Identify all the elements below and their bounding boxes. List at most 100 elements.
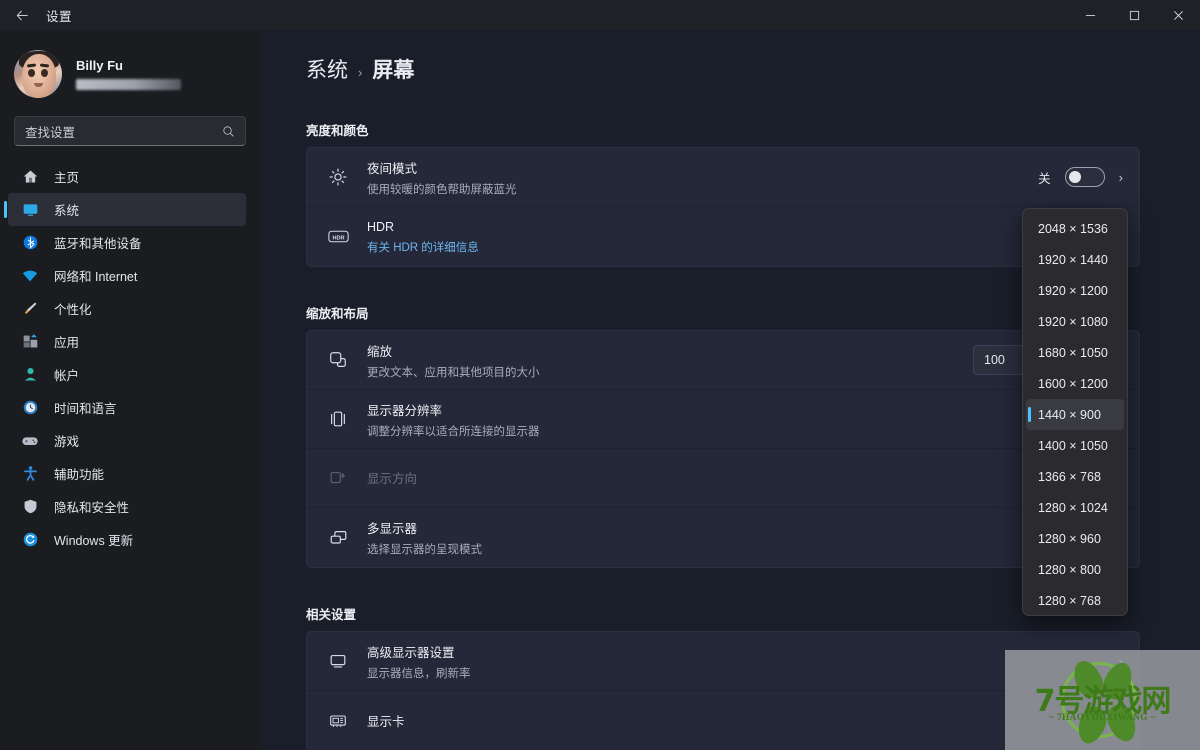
row-hdr[interactable]: HDR HDR 有关 HDR 的详细信息: [307, 207, 1139, 266]
row-scale[interactable]: 缩放 更改文本、应用和其他项目的大小 100: [307, 331, 1139, 390]
row-title: 显示卡: [367, 714, 405, 729]
sidebar-item-label: 蓝牙和其他设备: [54, 237, 142, 251]
svg-text:HDR: HDR: [332, 235, 344, 241]
breadcrumb: 系统 › 屏幕: [262, 30, 1200, 84]
profile-section[interactable]: Billy Fu: [0, 30, 262, 102]
sidebar-item-label: 游戏: [54, 435, 80, 449]
row-display-resolution[interactable]: 显示器分辨率 调整分辨率以适合所连接的显示器: [307, 390, 1139, 449]
minimize-button[interactable]: [1068, 0, 1112, 30]
sidebar-item-label: 主页: [54, 171, 80, 185]
close-button[interactable]: [1156, 0, 1200, 30]
shield-icon: [20, 497, 40, 517]
avatar: [14, 50, 62, 98]
sidebar-item-system[interactable]: 系统: [4, 193, 246, 226]
chevron-right-icon[interactable]: ›: [1119, 170, 1123, 185]
row-night-light[interactable]: 夜间模式 使用较暖的颜色帮助屏蔽蓝光 关 ›: [307, 148, 1139, 207]
close-icon: [1173, 10, 1183, 20]
resolution-icon: [325, 406, 351, 432]
sidebar-item-accounts[interactable]: 帐户: [8, 358, 246, 391]
sidebar-item-label: 系统: [54, 204, 80, 218]
row-subtitle: 更改文本、应用和其他项目的大小: [367, 366, 540, 379]
update-icon: [20, 530, 40, 550]
hdr-info-link[interactable]: 有关 HDR 的详细信息: [367, 239, 1123, 255]
profile-name: Billy Fu: [76, 58, 123, 73]
title-bar: 设置: [0, 0, 1200, 30]
card-brightness-color: 夜间模式 使用较暖的颜色帮助屏蔽蓝光 关 › HDR HDR 有关 HDR 的详…: [306, 147, 1140, 267]
sidebar-item-time-language[interactable]: 时间和语言: [8, 391, 246, 424]
resolution-option[interactable]: 1920 × 1200: [1026, 275, 1124, 306]
sidebar: Billy Fu 查找设置 主页 系统 蓝牙和其他设备 网络和 Internet…: [0, 30, 262, 750]
search-icon: [222, 125, 245, 138]
resolution-option[interactable]: 1920 × 1440: [1026, 244, 1124, 275]
sidebar-item-label: Windows 更新: [54, 534, 134, 548]
minimize-icon: [1085, 14, 1095, 16]
resolution-option[interactable]: 1366 × 768: [1026, 461, 1124, 492]
bluetooth-icon: [20, 233, 40, 253]
row-title: HDR: [367, 220, 395, 234]
clock-icon: [20, 398, 40, 418]
sidebar-item-network[interactable]: 网络和 Internet: [8, 259, 246, 292]
row-title: 显示方向: [367, 472, 418, 486]
breadcrumb-separator: ›: [358, 65, 363, 80]
sidebar-item-label: 辅助功能: [54, 468, 105, 482]
graphics-card-icon: [325, 708, 351, 734]
resolution-option[interactable]: 1280 × 1024: [1026, 492, 1124, 523]
sidebar-item-home[interactable]: 主页: [8, 160, 246, 193]
row-subtitle: 使用较暖的颜色帮助屏蔽蓝光: [367, 183, 517, 196]
breadcrumb-parent[interactable]: 系统: [306, 54, 348, 84]
profile-email-masked: [76, 79, 181, 90]
orientation-icon: [325, 465, 351, 491]
sidebar-item-gaming[interactable]: 游戏: [8, 424, 246, 457]
sidebar-item-windows-update[interactable]: Windows 更新: [8, 523, 246, 556]
sidebar-item-accessibility[interactable]: 辅助功能: [8, 457, 246, 490]
accessibility-icon: [20, 464, 40, 484]
settings-window: 设置 Billy Fu 查找设置 主页 系统 蓝牙和其他设备 网络和 Inter…: [0, 0, 1200, 750]
hdr-badge-icon: HDR: [325, 224, 351, 250]
resolution-option[interactable]: 1280 × 800: [1026, 554, 1124, 585]
row-title: 夜间模式: [367, 161, 418, 176]
row-title: 多显示器: [367, 522, 418, 536]
resolution-option-selected[interactable]: 1440 × 900: [1026, 399, 1124, 430]
row-subtitle: 选择显示器的呈现模式: [367, 544, 482, 556]
watermark-subtext: ~ 7HAOYOUXIWANG ~: [1048, 712, 1157, 722]
night-light-toggle[interactable]: [1064, 167, 1105, 187]
paintbrush-icon: [20, 299, 40, 319]
sidebar-item-label: 帐户: [54, 369, 80, 383]
sidebar-item-personalization[interactable]: 个性化: [8, 292, 246, 325]
search-input[interactable]: 查找设置: [14, 116, 246, 146]
row-subtitle: 调整分辨率以适合所连接的显示器: [367, 425, 540, 438]
card-scale-layout: 缩放 更改文本、应用和其他项目的大小 100 显示器分辨率 调整分辨率以适合所连…: [306, 330, 1140, 568]
maximize-icon: [1129, 10, 1139, 20]
sidebar-item-label: 应用: [54, 336, 80, 350]
gamepad-icon: [20, 431, 40, 451]
account-icon: [20, 365, 40, 385]
back-button[interactable]: [0, 0, 44, 30]
maximize-button[interactable]: [1112, 0, 1156, 30]
row-title: 缩放: [367, 344, 393, 359]
resolution-option[interactable]: 1400 × 1050: [1026, 430, 1124, 461]
row-title: 显示器分辨率: [367, 403, 443, 418]
night-light-state-label: 关: [1038, 171, 1051, 186]
site-watermark: 7号游戏网 ~ 7HAOYOUXIWANG ~: [1005, 650, 1200, 750]
page-title: 屏幕: [372, 59, 415, 82]
brightness-sun-icon: [325, 164, 351, 190]
resolution-option[interactable]: 1600 × 1200: [1026, 368, 1124, 399]
window-title: 设置: [46, 9, 73, 24]
arrow-left-icon: [16, 9, 28, 21]
sidebar-item-apps[interactable]: 应用: [8, 325, 246, 358]
sidebar-item-privacy-security[interactable]: 隐私和安全性: [8, 490, 246, 523]
sidebar-nav: 主页 系统 蓝牙和其他设备 网络和 Internet 个性化 应用 帐户 时间和…: [0, 160, 262, 556]
sidebar-item-label: 个性化: [54, 303, 92, 317]
resolution-option[interactable]: 2048 × 1536: [1026, 213, 1124, 244]
row-display-orientation: 显示方向: [307, 449, 1139, 508]
row-multiple-displays[interactable]: 多显示器 选择显示器的呈现模式: [307, 508, 1139, 567]
resolution-option[interactable]: 1680 × 1050: [1026, 337, 1124, 368]
search-placeholder: 查找设置: [25, 125, 76, 140]
system-display-icon: [20, 200, 40, 220]
sidebar-item-bluetooth[interactable]: 蓝牙和其他设备: [8, 226, 246, 259]
sidebar-item-label: 网络和 Internet: [54, 270, 138, 284]
resolution-dropdown-flyout[interactable]: 2048 × 1536 1920 × 1440 1920 × 1200 1920…: [1022, 208, 1128, 616]
resolution-option[interactable]: 1920 × 1080: [1026, 306, 1124, 337]
resolution-option[interactable]: 1280 × 960: [1026, 523, 1124, 554]
resolution-option[interactable]: 1280 × 768: [1026, 585, 1124, 616]
